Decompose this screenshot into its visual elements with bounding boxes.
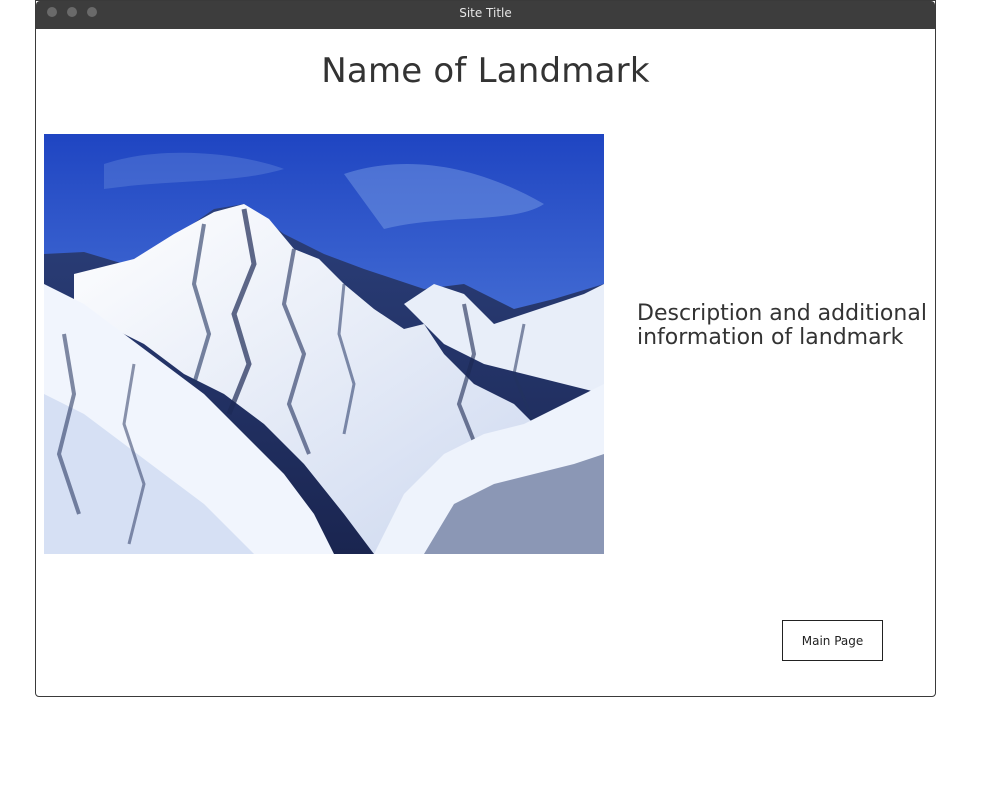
mountain-illustration — [44, 134, 604, 554]
site-title: Site Title — [459, 6, 512, 20]
landmark-image — [44, 134, 604, 554]
page-title: Name of Landmark — [321, 51, 650, 91]
browser-window: Site Title Name of Landmark Description … — [35, 0, 936, 697]
landmark-description: Description and additional information o… — [637, 301, 927, 350]
main-page-button[interactable]: Main Page — [782, 620, 883, 661]
window-titlebar: Site Title — [36, 1, 935, 29]
